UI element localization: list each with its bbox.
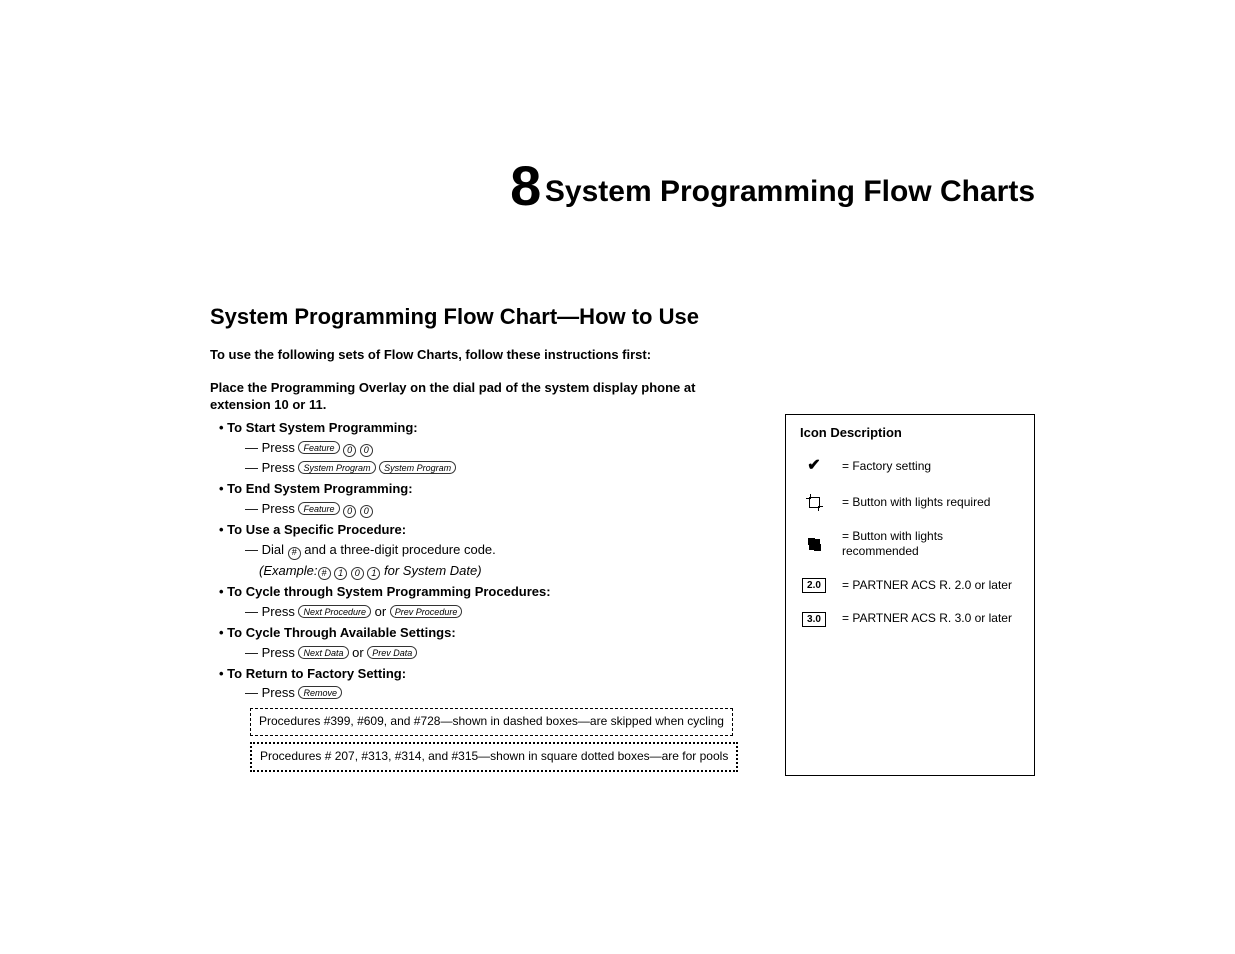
legend-row: ✔ = Factory setting: [800, 456, 1020, 477]
procedure-item: To Start System Programming:Press Featur…: [232, 420, 751, 477]
procedure-head: To End System Programming:: [227, 481, 412, 496]
legend-row: = Button with lights recommended: [800, 529, 1020, 560]
chapter-title-text: System Programming Flow Charts: [545, 175, 1035, 208]
legend-row: 3.0 = PARTNER ACS R. 3.0 or later: [800, 611, 1020, 627]
substep-line: Press Feature 0 0: [245, 440, 751, 457]
key-button: Next Data: [298, 646, 348, 659]
key-circle: 0: [343, 505, 356, 518]
procedure-list: To Start System Programming: Press Featur…: [210, 420, 751, 702]
substep-line: Press Next Data or Prev Data: [245, 645, 751, 662]
key-circle: #: [318, 567, 331, 580]
legend-row: 2.0 = PARTNER ACS R. 2.0 or later: [800, 578, 1020, 594]
key-button: Feature: [298, 502, 339, 515]
example-line: (Example:# 1 0 1 for System Date): [245, 563, 482, 580]
substep-line: Press Feature 0 0: [245, 501, 751, 518]
key-button: Remove: [298, 686, 342, 699]
key-circle: 0: [343, 444, 356, 457]
procedure-head: To Start System Programming:: [227, 420, 417, 435]
overlay-instruction: Place the Programming Overlay on the dia…: [210, 380, 751, 414]
substep-line: Press Remove: [245, 685, 751, 702]
dotted-note: Procedures # 207, #313, #314, and #315—s…: [250, 742, 738, 772]
key-circle: 1: [334, 567, 347, 580]
procedure-item: To Cycle Through Available Settings:Pres…: [232, 625, 751, 662]
icon-legend-box: Icon Description ✔ = Factory setting = But…: [785, 414, 1035, 775]
procedure-item: To Cycle through System Programming Proc…: [232, 584, 751, 621]
intro-line: To use the following sets of Flow Charts…: [210, 347, 1035, 364]
substep-line: Press Next Procedure or Prev Procedure: [245, 604, 751, 621]
key-button: Next Procedure: [298, 605, 371, 618]
legend-text: = PARTNER ACS R. 2.0 or later: [842, 578, 1012, 594]
procedure-head: To Use a Specific Procedure:: [227, 522, 406, 537]
check-icon: ✔: [807, 456, 820, 477]
procedure-item: To Use a Specific Procedure:Dial # and a…: [232, 522, 751, 580]
procedure-head: To Cycle through System Programming Proc…: [227, 584, 550, 599]
legend-text: = PARTNER ACS R. 3.0 or later: [842, 611, 1012, 627]
section-title: System Programming Flow Chart—How to Use: [210, 303, 1035, 332]
key-button: System Program: [379, 461, 456, 474]
procedure-item: To End System Programming:Press Feature …: [232, 481, 751, 518]
substep-line: Dial # and a three-digit procedure code.: [245, 542, 751, 559]
legend-row: = Button with lights required: [800, 495, 1020, 511]
procedure-item: To Return to Factory Setting:Press Remov…: [232, 666, 751, 703]
version-badge: 3.0: [802, 612, 826, 627]
procedure-head: To Return to Factory Setting:: [227, 666, 406, 681]
chapter-number: 8: [510, 154, 541, 217]
key-circle: 0: [360, 444, 373, 457]
dashed-note: Procedures #399, #609, and #728—shown in…: [250, 708, 733, 736]
chapter-heading: 8 System Programming Flow Charts: [210, 150, 1035, 223]
substep-line: Press System Program System Program: [245, 460, 751, 477]
key-circle: 1: [367, 567, 380, 580]
key-button: Feature: [298, 441, 339, 454]
key-circle: #: [288, 547, 301, 560]
key-circle: 0: [360, 505, 373, 518]
legend-text: = Button with lights recommended: [842, 529, 1020, 560]
legend-title: Icon Description: [800, 425, 1020, 442]
key-button: Prev Procedure: [390, 605, 463, 618]
version-badge: 2.0: [802, 578, 826, 593]
procedure-head: To Cycle Through Available Settings:: [227, 625, 456, 640]
legend-text: = Factory setting: [842, 459, 931, 475]
key-button: System Program: [298, 461, 375, 474]
button-lights-recommended-icon: [809, 539, 820, 550]
button-lights-required-icon: [809, 497, 820, 508]
key-button: Prev Data: [367, 646, 417, 659]
legend-text: = Button with lights required: [842, 495, 990, 511]
key-circle: 0: [351, 567, 364, 580]
